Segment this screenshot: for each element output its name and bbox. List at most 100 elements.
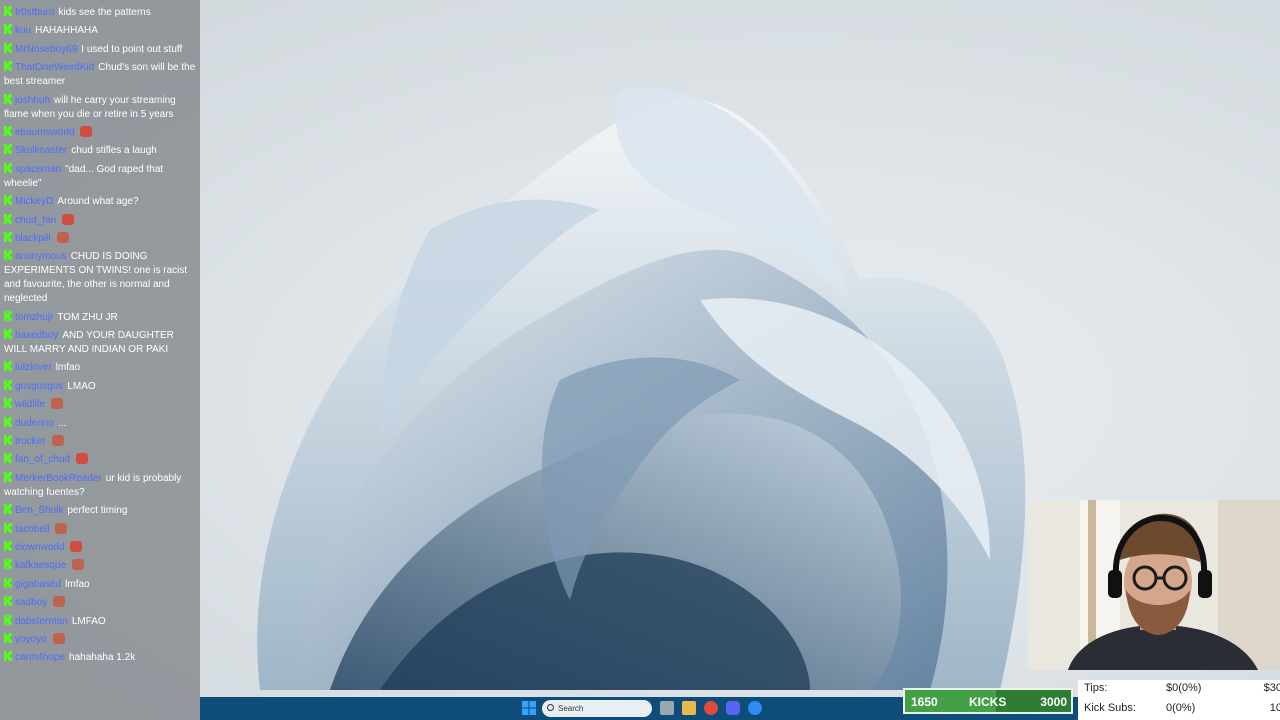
emote-icon: [56, 231, 69, 243]
kick-badge-icon: [4, 596, 13, 607]
chat-username[interactable]: duderino: [15, 418, 54, 429]
chat-message: dabsterman LMFAO: [4, 614, 196, 629]
emote-icon: [51, 435, 64, 447]
tips-value: $0(0%): [1166, 682, 1202, 694]
chat-username[interactable]: ebaumsworld: [15, 127, 74, 138]
chat-username[interactable]: kafkaesque: [15, 560, 66, 571]
chat-username[interactable]: gigabased: [15, 579, 61, 590]
chat-message: lulzlover lmfao: [4, 361, 196, 375]
tips-row: Tips: $0(0%) $30: [1084, 682, 1280, 698]
file-explorer-icon[interactable]: [682, 701, 696, 715]
kick-badge-icon: [4, 471, 13, 482]
chat-username[interactable]: MrNoseboy69: [15, 44, 77, 55]
chat-message: MerkerBookReader ur kid is probably watch…: [4, 471, 196, 500]
kick-badge-icon: [4, 577, 13, 588]
kick-badge-icon: [4, 213, 13, 224]
subs-row: Kick Subs: 0(0%) 10: [1084, 702, 1280, 718]
tips-goal: $30: [1263, 682, 1280, 694]
chat-message: fr0stburn kids see the patterns: [4, 6, 196, 20]
chat-message: chud_fan: [4, 213, 196, 228]
chat-text: perfect timing: [67, 505, 128, 517]
chat-username[interactable]: fan_of_chud: [15, 454, 70, 465]
subs-label: Kick Subs:: [1084, 702, 1136, 714]
browser-icon[interactable]: [704, 701, 718, 715]
chat-username[interactable]: blackpill: [15, 233, 51, 244]
subs-goal: 10: [1269, 702, 1280, 714]
kick-badge-icon: [4, 42, 13, 53]
chat-message: ThatOneWeirdKid Chud's son will be the be…: [4, 61, 196, 89]
chat-text: chud stifles a laugh: [71, 145, 157, 157]
chat-message: carm4hope hahahaha 1.2k: [4, 651, 196, 665]
chat-text: hahahaha 1.2k: [69, 652, 136, 664]
chat-username[interactable]: lulzlover: [15, 362, 52, 373]
tips-panel: Tips: $0(0%) $30 Kick Subs: 0(0%) 10: [1078, 680, 1280, 720]
chat-username[interactable]: MickeyD: [15, 196, 53, 207]
chat-username[interactable]: dabsterman: [15, 616, 68, 627]
emote-icon: [52, 632, 65, 644]
kick-badge-icon: [4, 453, 13, 464]
kick-badge-icon: [4, 61, 13, 72]
emote-icon: [51, 398, 64, 410]
chat-username[interactable]: ThatOneWeirdKid: [15, 62, 94, 73]
kicks-goal-widget: 1650 KICKS 3000: [903, 688, 1073, 714]
chat-text: kids see the patterns: [58, 7, 151, 18]
chat-username[interactable]: basedboy: [15, 330, 58, 341]
kick-badge-icon: [4, 416, 13, 427]
chat-text: LMAO: [67, 380, 96, 392]
chat-username[interactable]: joshhuh: [15, 95, 50, 106]
chat-username[interactable]: anonymous: [15, 251, 67, 262]
kick-badge-icon: [4, 310, 13, 321]
chat-message: MickeyD Around what age?: [4, 195, 196, 209]
chat-username[interactable]: Ben_Shulk: [15, 505, 63, 516]
kick-badge-icon: [4, 435, 13, 446]
chat-username[interactable]: chud_fan: [15, 215, 56, 226]
chat-username[interactable]: wildlife: [15, 399, 45, 410]
kick-badge-icon: [4, 632, 13, 643]
webcam-image: [1028, 500, 1280, 670]
search-icon: [547, 704, 554, 711]
kick-badge-icon: [4, 329, 13, 340]
kick-badge-icon: [4, 540, 13, 551]
task-view-icon[interactable]: [660, 701, 674, 715]
discord-icon[interactable]: [726, 701, 740, 715]
chat-message: gusgusgus LMAO: [4, 379, 196, 394]
chat-username[interactable]: carm4hope: [15, 652, 65, 663]
chat-username[interactable]: Skullmaster: [15, 145, 67, 156]
chat-username[interactable]: tomzhujr: [15, 312, 53, 323]
chat-username[interactable]: kuu: [15, 25, 31, 36]
chat-username[interactable]: clownworld: [15, 542, 64, 553]
kick-badge-icon: [4, 195, 13, 206]
kick-badge-icon: [4, 93, 13, 104]
kick-badge-icon: [4, 162, 13, 173]
kick-badge-icon: [4, 504, 13, 515]
emote-icon: [53, 596, 66, 608]
emote-icon: [62, 213, 75, 225]
chat-username[interactable]: spaceman: [15, 164, 61, 175]
chat-username[interactable]: MerkerBookReader: [15, 473, 102, 484]
chat-message: MrNoseboy69 I used to point out stuff: [4, 42, 196, 57]
chat-username[interactable]: gusgusgus: [15, 381, 63, 392]
chat-text: lmfao: [55, 362, 81, 374]
kicks-current: 1650: [911, 695, 938, 709]
kick-badge-icon: [4, 144, 13, 155]
subs-value: 0(0%): [1166, 702, 1196, 714]
emote-icon: [70, 540, 83, 552]
chat-text: ...: [57, 417, 67, 429]
chat-message: wildlife: [4, 398, 196, 412]
chat-username[interactable]: fr0stburn: [15, 7, 54, 18]
kick-badge-icon: [4, 24, 13, 35]
chat-message: blackpill: [4, 231, 196, 246]
chat-username[interactable]: yoyoyo: [15, 634, 47, 645]
chat-username[interactable]: sadboy: [15, 597, 47, 608]
chat-message: tomzhujr TOM ZHU JR: [4, 310, 196, 325]
chat-message: ebaumsworld: [4, 125, 196, 140]
windows-start-icon[interactable]: [522, 701, 536, 715]
chat-username[interactable]: tacobell: [15, 524, 49, 535]
kicks-label: KICKS: [969, 695, 1007, 709]
chat-username[interactable]: trucker: [15, 436, 46, 447]
webcam-feed: [1028, 500, 1280, 670]
app-icon[interactable]: [748, 701, 762, 715]
taskbar-search[interactable]: Search: [542, 700, 652, 717]
chat-message: duderino...: [4, 416, 196, 431]
chat-text: Around what age?: [57, 196, 139, 208]
